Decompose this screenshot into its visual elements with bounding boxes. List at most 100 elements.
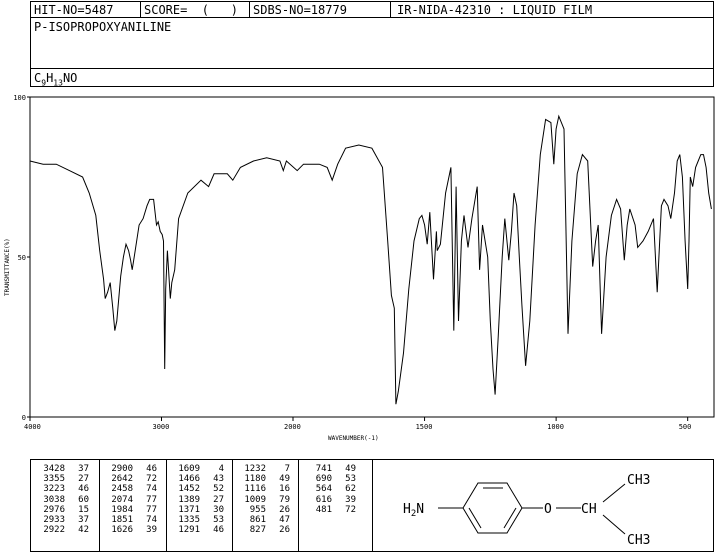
- peak-row: 1851 74: [105, 515, 157, 525]
- ir-spectrum-chart: 4000 3000 2000 1500 1000 500 100500 WAVENUMBE…: [4, 94, 715, 442]
- peak-transmittance: 46: [146, 464, 157, 474]
- peak-wavenumber: 955: [249, 504, 266, 515]
- peak-wavenumber: 2074: [111, 494, 133, 505]
- peak-transmittance: 72: [146, 474, 157, 485]
- peak-row: 1984 77: [105, 505, 157, 515]
- ring-double-bond-3: [468, 507, 482, 529]
- peak-row: 1609 4: [172, 464, 224, 474]
- peak-wavenumber: 861: [249, 515, 266, 526]
- y-tick-label: 50: [18, 254, 26, 262]
- benzene-ring: [462, 482, 523, 534]
- peak-wavenumber: 481: [315, 504, 332, 515]
- peak-transmittance: 49: [279, 474, 290, 485]
- peak-wavenumber: 1180: [244, 474, 266, 485]
- plot-frame: [29, 96, 715, 418]
- y-axis-label: TRANSMITTANCE(%): [4, 238, 11, 296]
- peak-row: 1232 7: [238, 464, 290, 474]
- amine-label: H2N: [403, 502, 424, 519]
- peak-wavenumber: 1626: [111, 525, 133, 536]
- x-tick-label: 1000: [547, 423, 564, 431]
- x-tick-label: 2000: [284, 423, 301, 431]
- peak-wavenumber: 2642: [111, 474, 133, 485]
- peak-wavenumber: 1452: [178, 484, 200, 495]
- peak-row: 2458 74: [105, 484, 157, 494]
- peak-row: 1180 49: [238, 474, 290, 484]
- peak-transmittance: 27: [213, 494, 224, 505]
- oxygen-label: O: [544, 502, 552, 517]
- peak-transmittance: 43: [213, 474, 224, 485]
- peak-wavenumber: 1466: [178, 474, 200, 485]
- peak-transmittance: 4: [218, 464, 224, 474]
- peak-wavenumber: 1009: [244, 494, 266, 505]
- peak-transmittance: 27: [78, 474, 89, 485]
- peak-row: 3038 60: [37, 495, 89, 505]
- peak-transmittance: 16: [279, 484, 290, 495]
- peak-wavenumber: 1389: [178, 494, 200, 505]
- peak-row: 1371 30: [172, 505, 224, 515]
- peak-row: 3355 27: [37, 474, 89, 484]
- peak-row: 481 72: [304, 505, 356, 515]
- bond-ch-ch3-top: [602, 483, 626, 503]
- peak-row: 1466 43: [172, 474, 224, 484]
- peak-wavenumber: 2933: [43, 515, 65, 526]
- peak-row: 616 39: [304, 495, 356, 505]
- peak-transmittance: 37: [78, 515, 89, 526]
- peak-wavenumber: 690: [315, 474, 332, 485]
- peak-transmittance: 79: [279, 494, 290, 505]
- peak-row: 1389 27: [172, 495, 224, 505]
- y-tick-label: 0: [22, 414, 26, 422]
- peak-wavenumber: 1851: [111, 515, 133, 526]
- peak-transmittance: 39: [146, 525, 157, 536]
- peak-column: 741 49 690 53 564 62 616 39 481 72: [304, 464, 356, 515]
- peak-wavenumber: 3223: [43, 484, 65, 495]
- peak-wavenumber: 1371: [178, 504, 200, 515]
- peak-column-divider: [99, 459, 100, 552]
- spectrum-line: [29, 114, 712, 405]
- peak-row: 1335 53: [172, 515, 224, 525]
- x-tick-label: 3000: [153, 423, 170, 431]
- ch3-top-label: CH3: [627, 473, 650, 488]
- peak-transmittance: 15: [78, 504, 89, 515]
- peak-transmittance: 26: [279, 504, 290, 515]
- peak-row: 2933 37: [37, 515, 89, 525]
- peak-transmittance: 42: [78, 525, 89, 536]
- peak-wavenumber: 741: [315, 464, 332, 474]
- peak-row: 3428 37: [37, 464, 89, 474]
- peak-transmittance: 47: [279, 515, 290, 526]
- peak-transmittance: 7: [284, 464, 290, 474]
- peak-row: 2074 77: [105, 495, 157, 505]
- peak-wavenumber: 1232: [244, 464, 266, 474]
- peak-column: 1232 7 1180 49 1116 16 1009 79 955 26 861 47 827 26: [238, 464, 290, 535]
- peak-transmittance: 39: [345, 494, 356, 505]
- peak-row: 2900 46: [105, 464, 157, 474]
- peak-wavenumber: 3038: [43, 494, 65, 505]
- peak-column: 3428 37 3355 27 3223 46 3038 60 2976 15 2933 37 2922…: [37, 464, 89, 535]
- peak-column: 2900 46 2642 72 2458 74 2074 77 1984 77 1851 74 1626…: [105, 464, 157, 535]
- peak-transmittance: 53: [345, 474, 356, 485]
- peak-wavenumber: 564: [315, 484, 332, 495]
- peak-wavenumber: 2900: [111, 464, 133, 474]
- peak-column-divider: [298, 459, 299, 552]
- peak-wavenumber: 616: [315, 494, 332, 505]
- peak-wavenumber: 1984: [111, 504, 133, 515]
- x-axis-label: WAVENUMBER(-1): [328, 435, 379, 442]
- ch-label: CH: [581, 502, 597, 517]
- peak-row: 741 49: [304, 464, 356, 474]
- peak-transmittance: 77: [146, 504, 157, 515]
- peak-transmittance: 26: [279, 525, 290, 536]
- peak-transmittance: 46: [213, 525, 224, 536]
- peak-row: 1452 52: [172, 484, 224, 494]
- peak-transmittance: 46: [78, 484, 89, 495]
- peak-row: 564 62: [304, 484, 356, 494]
- peak-transmittance: 37: [78, 464, 89, 474]
- peak-row: 1116 16: [238, 484, 290, 494]
- peak-column-divider: [232, 459, 233, 552]
- peak-row: 2642 72: [105, 474, 157, 484]
- peak-row: 2922 42: [37, 525, 89, 535]
- peak-transmittance: 30: [213, 504, 224, 515]
- bond-ch-ch3-bottom: [602, 514, 626, 535]
- peak-transmittance: 77: [146, 494, 157, 505]
- ch3-bottom-label: CH3: [627, 533, 650, 548]
- chemical-structure: H2N O CH CH3 CH3: [403, 473, 650, 548]
- x-tick-label: 500: [679, 423, 692, 431]
